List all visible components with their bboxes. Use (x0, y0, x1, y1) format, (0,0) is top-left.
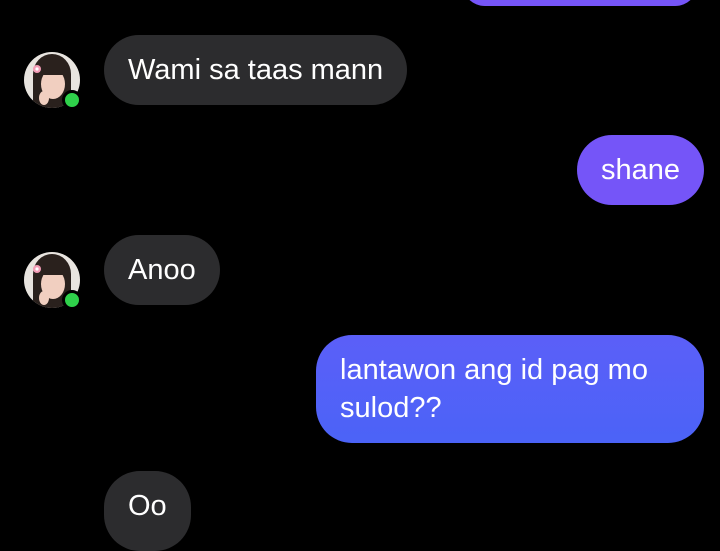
contact-avatar[interactable] (24, 252, 82, 310)
message-bubble-outgoing[interactable]: lantawon ang id pag mo sulod?? (316, 335, 704, 443)
message-bubble-outgoing[interactable]: shane (576, 135, 704, 205)
contact-avatar[interactable] (24, 52, 82, 110)
message-bubble-incoming[interactable]: Wami sa taas mann (104, 35, 408, 105)
message-text: Oo (128, 490, 167, 522)
message-text: lantawon ang id pag mo sulod?? (340, 354, 648, 424)
message-text: Anoo (128, 254, 196, 286)
online-status-dot (62, 90, 82, 110)
message-bubble-outgoing-partial[interactable] (462, 0, 698, 6)
message-bubble-incoming[interactable]: Anoo (104, 235, 220, 305)
online-status-dot (62, 290, 82, 310)
message-text: shane (600, 154, 680, 186)
message-text: Wami sa taas mann (128, 54, 384, 86)
message-bubble-incoming[interactable]: Oo (104, 471, 191, 551)
